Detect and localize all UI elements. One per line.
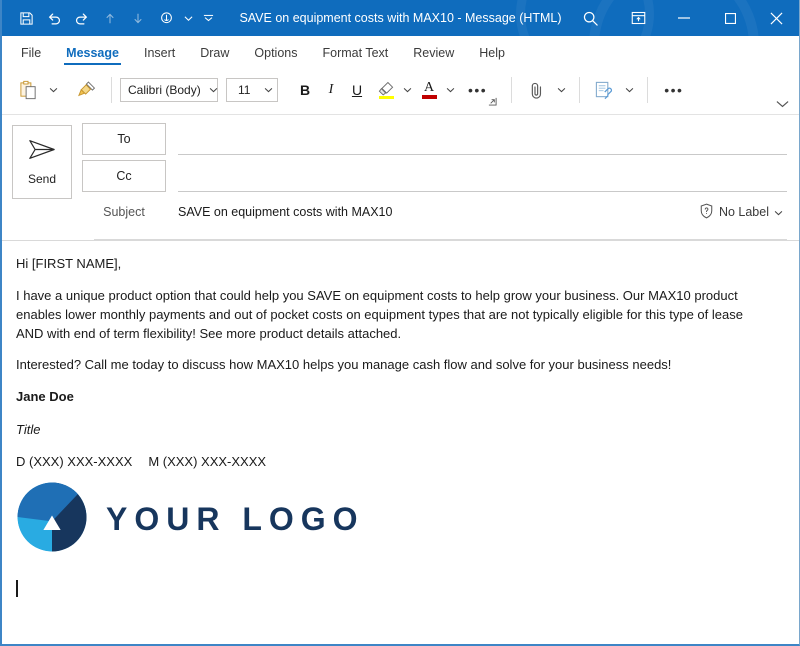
minimize-button[interactable] bbox=[661, 0, 707, 36]
ribbon-display-options-icon[interactable] bbox=[615, 0, 661, 36]
search-icon[interactable] bbox=[565, 0, 615, 36]
collapse-ribbon-icon[interactable] bbox=[776, 99, 789, 111]
font-size-combo[interactable]: 11 bbox=[226, 78, 278, 102]
tab-format-text[interactable]: Format Text bbox=[312, 43, 400, 66]
tab-insert[interactable]: Insert bbox=[133, 43, 186, 66]
paste-icon[interactable] bbox=[12, 75, 44, 105]
tab-review[interactable]: Review bbox=[402, 43, 465, 66]
font-name-caret-icon[interactable] bbox=[201, 85, 218, 95]
send-button-label: Send bbox=[27, 171, 57, 186]
shield-question-icon bbox=[699, 203, 714, 222]
bold-button[interactable]: B bbox=[292, 76, 318, 104]
include-group bbox=[520, 70, 571, 110]
tab-message[interactable]: Message bbox=[55, 43, 130, 66]
font-group: Calibri (Body) 11 B I U A ••• bbox=[120, 70, 497, 110]
clipboard-group bbox=[12, 70, 103, 110]
tab-options[interactable]: Options bbox=[243, 43, 308, 66]
body-paragraph-2: Interested? Call me today to discuss how… bbox=[16, 357, 672, 373]
logo-mark-icon bbox=[16, 481, 88, 558]
signature-title: Title bbox=[16, 422, 41, 438]
ribbon-divider bbox=[111, 77, 112, 103]
outlook-compose-window: SAVE on equipment costs with MAX10 - Mes… bbox=[0, 0, 800, 646]
font-name-combo[interactable]: Calibri (Body) bbox=[120, 78, 218, 102]
to-row: To bbox=[82, 123, 787, 160]
undo-icon[interactable] bbox=[40, 5, 68, 31]
font-color-caret-icon[interactable] bbox=[441, 75, 460, 105]
compose-header: Send To Cc Subject SAVE on equipment cos… bbox=[2, 115, 799, 240]
text-cursor bbox=[16, 579, 783, 600]
caret-bar bbox=[16, 579, 18, 597]
subject-input[interactable]: SAVE on equipment costs with MAX10 bbox=[178, 198, 699, 226]
cc-row: Cc bbox=[82, 160, 787, 197]
sensitivity-caret-icon[interactable] bbox=[620, 75, 639, 105]
paste-caret-icon[interactable] bbox=[44, 75, 63, 105]
to-button[interactable]: To bbox=[82, 123, 166, 155]
signature-phones: D (XXX) XXX-XXXX M (XXX) XXX-XXXX bbox=[16, 454, 783, 469]
font-size-value: 11 bbox=[238, 83, 251, 97]
signature-logo: YOUR LOGO bbox=[16, 481, 783, 558]
text-highlight-color-icon[interactable] bbox=[374, 76, 398, 104]
ribbon-divider-4 bbox=[647, 77, 649, 103]
font-dialog-launcher-icon[interactable] bbox=[488, 97, 497, 108]
cc-button[interactable]: Cc bbox=[82, 160, 166, 192]
move-up-icon[interactable] bbox=[96, 5, 124, 31]
font-color-icon[interactable]: A bbox=[417, 76, 441, 104]
message-body[interactable]: Hi [FIRST NAME], I have a unique product… bbox=[2, 240, 799, 644]
maximize-button[interactable] bbox=[707, 0, 753, 36]
close-button[interactable] bbox=[753, 0, 799, 36]
highlight-caret-icon[interactable] bbox=[398, 75, 417, 105]
body-paragraph-1: I have a unique product option that coul… bbox=[16, 287, 743, 341]
title-bar: SAVE on equipment costs with MAX10 - Mes… bbox=[2, 0, 799, 36]
sensitivity-label-button[interactable]: No Label bbox=[699, 203, 787, 222]
italic-button[interactable]: I bbox=[318, 76, 344, 104]
cc-input[interactable] bbox=[178, 160, 787, 192]
touch-mode-caret-icon[interactable] bbox=[180, 5, 196, 31]
font-color-letter: A bbox=[423, 80, 435, 96]
ribbon-more-commands-button[interactable]: ••• bbox=[656, 82, 691, 98]
subject-label: Subject bbox=[103, 205, 145, 219]
ribbon-toolbar: Calibri (Body) 11 B I U A ••• ••• bbox=[2, 66, 799, 115]
customize-qat-icon[interactable] bbox=[196, 5, 220, 31]
tab-file[interactable]: File bbox=[10, 43, 52, 66]
quick-access-toolbar bbox=[2, 5, 220, 31]
body-greeting: Hi [FIRST NAME], bbox=[16, 256, 122, 271]
to-input[interactable] bbox=[178, 123, 787, 155]
paper-plane-icon bbox=[28, 139, 56, 165]
save-icon[interactable] bbox=[12, 5, 40, 31]
send-column: Send bbox=[2, 123, 82, 240]
ribbon-tabs: File Message Insert Draw Options Format … bbox=[2, 36, 799, 66]
touch-mode-icon[interactable] bbox=[152, 5, 180, 31]
tab-draw[interactable]: Draw bbox=[189, 43, 240, 66]
signature-name: Jane Doe bbox=[16, 389, 74, 405]
paperclip-icon[interactable] bbox=[520, 75, 552, 105]
move-down-icon[interactable] bbox=[124, 5, 152, 31]
send-button[interactable]: Send bbox=[12, 125, 72, 199]
phone-direct: D (XXX) XXX-XXXX bbox=[16, 453, 133, 469]
recipient-fields: To Cc Subject SAVE on equipment costs wi… bbox=[82, 123, 799, 240]
phone-mobile: M (XXX) XXX-XXXX bbox=[148, 453, 267, 469]
redo-icon[interactable] bbox=[68, 5, 96, 31]
tags-group bbox=[588, 70, 639, 110]
subject-row: Subject SAVE on equipment costs with MAX… bbox=[82, 197, 787, 227]
sensitivity-label-caret-icon[interactable] bbox=[774, 205, 783, 219]
font-more-button[interactable]: ••• bbox=[460, 82, 495, 98]
logo-text: YOUR LOGO bbox=[106, 501, 365, 538]
highlight-color-bar bbox=[378, 95, 394, 100]
format-painter-icon[interactable] bbox=[71, 75, 103, 105]
underline-button[interactable]: U bbox=[344, 76, 370, 104]
attach-caret-icon[interactable] bbox=[552, 75, 571, 105]
font-name-value: Calibri (Body) bbox=[128, 83, 201, 97]
font-color-bar bbox=[421, 95, 437, 99]
ribbon-divider-2 bbox=[511, 77, 513, 103]
tab-help[interactable]: Help bbox=[468, 43, 516, 66]
sensitivity-icon[interactable] bbox=[588, 75, 620, 105]
font-size-caret-icon[interactable] bbox=[256, 85, 273, 95]
sensitivity-label-text: No Label bbox=[718, 205, 769, 219]
window-controls bbox=[565, 0, 799, 36]
ribbon-divider-3 bbox=[579, 77, 581, 103]
